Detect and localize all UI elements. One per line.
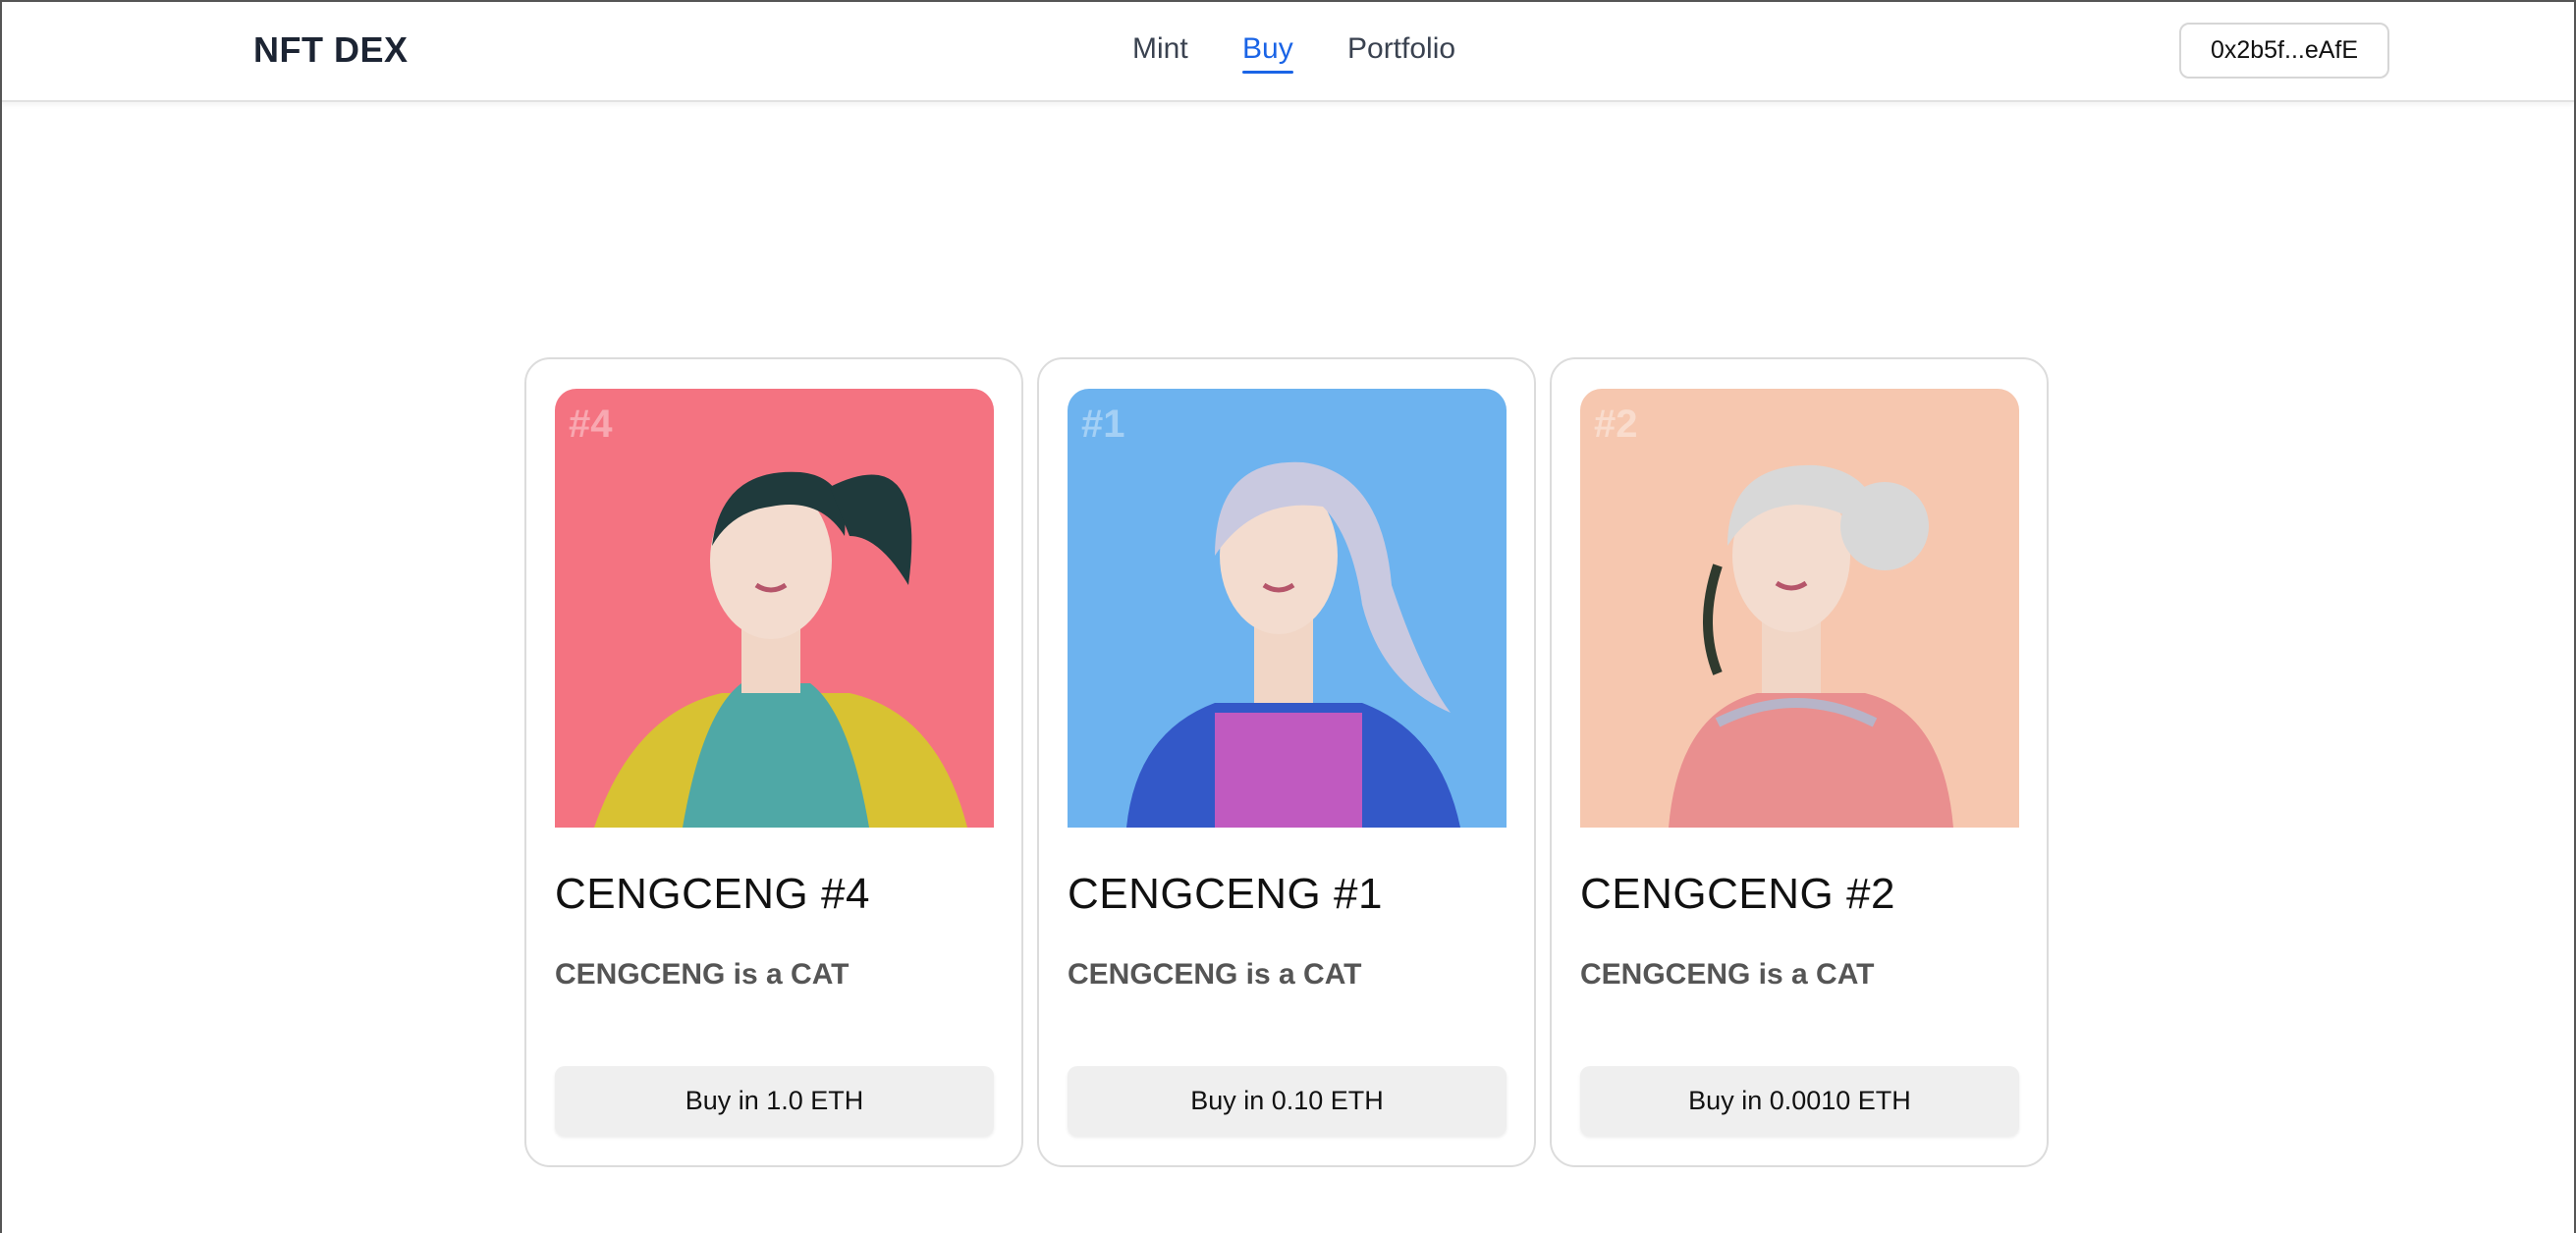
token-id-tag: #4 (569, 402, 613, 446)
portrait-illustration (1068, 389, 1507, 828)
buy-button[interactable]: Buy in 1.0 ETH (555, 1066, 994, 1136)
nav-link-mint[interactable]: Mint (1132, 32, 1188, 66)
nav-link-buy[interactable]: Buy (1242, 32, 1293, 74)
nft-artwork[interactable]: #2 (1580, 389, 2019, 828)
nft-card: #4 CENGCENG #4 CENGCENG is a CAT Buy in … (524, 357, 1023, 1167)
nft-title: CENGCENG #4 (555, 870, 870, 918)
buy-button[interactable]: Buy in 0.10 ETH (1068, 1066, 1507, 1136)
top-navbar: NFT DEX Mint Buy Portfolio 0x2b5f...eAfE (0, 0, 2576, 102)
nft-artwork[interactable]: #1 (1068, 389, 1507, 828)
buy-button[interactable]: Buy in 0.0010 ETH (1580, 1066, 2019, 1136)
token-id-tag: #1 (1081, 402, 1125, 446)
nav-link-buy-label: Buy (1242, 32, 1293, 65)
wallet-address-button[interactable]: 0x2b5f...eAfE (2179, 23, 2389, 79)
nft-card: #1 CENGCENG #1 CENGCENG is a CAT Buy in … (1037, 357, 1536, 1167)
active-tab-indicator (1242, 71, 1293, 74)
portrait-illustration (555, 389, 994, 828)
nav-link-portfolio[interactable]: Portfolio (1347, 32, 1455, 66)
nft-artwork[interactable]: #4 (555, 389, 994, 828)
portrait-illustration (1580, 389, 2019, 828)
brand-logo[interactable]: NFT DEX (253, 29, 409, 71)
nft-card: #2 CENGCENG #2 CENGCENG is a CAT Buy in … (1550, 357, 2049, 1167)
nft-title: CENGCENG #2 (1580, 870, 1895, 918)
token-id-tag: #2 (1594, 402, 1638, 446)
nft-description: CENGCENG is a CAT (1068, 958, 1362, 991)
nft-description: CENGCENG is a CAT (1580, 958, 1875, 991)
nft-description: CENGCENG is a CAT (555, 958, 850, 991)
nft-title: CENGCENG #1 (1068, 870, 1383, 918)
